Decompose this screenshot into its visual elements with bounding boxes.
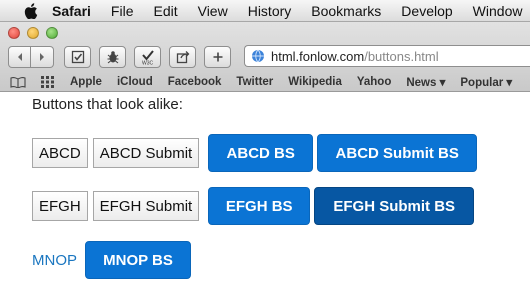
menu-bookmarks[interactable]: Bookmarks	[311, 3, 381, 19]
new-tab-button[interactable]	[204, 46, 231, 68]
apple-logo-icon[interactable]	[24, 2, 38, 19]
forward-button[interactable]	[31, 46, 54, 68]
menu-edit[interactable]: Edit	[153, 3, 177, 19]
button-row-efgh: EFGH EFGH Submit EFGH BS EFGH Submit BS	[32, 187, 475, 225]
minimize-window-button[interactable]	[27, 27, 39, 39]
page-content: Buttons that look alike: ABCD ABCD Submi…	[0, 92, 530, 302]
back-button[interactable]	[8, 46, 31, 68]
menu-window[interactable]: Window	[473, 3, 523, 19]
bookmark-wikipedia[interactable]: Wikipedia	[288, 76, 342, 88]
address-host: html.fonlow.com	[271, 48, 365, 64]
back-forward-group	[8, 46, 54, 68]
efgh-submit-bs-button[interactable]: EFGH Submit BS	[314, 187, 475, 225]
bug-extension-button[interactable]	[99, 46, 126, 68]
abcd-button[interactable]: ABCD	[32, 138, 88, 168]
back-arrow-icon	[17, 53, 22, 61]
toolbar: W3C html.fonlow.com/buttons.html	[8, 45, 530, 69]
bug-icon	[107, 51, 118, 64]
mnop-bs-button[interactable]: MNOP BS	[85, 241, 191, 279]
bookmarks-bar: Apple iCloud Facebook Twitter Wikipedia …	[10, 73, 530, 91]
address-path: /buttons.html	[364, 48, 439, 64]
share-icon	[176, 51, 189, 64]
checkbox-icon	[71, 50, 84, 64]
button-row-abcd: ABCD ABCD Submit ABCD BS ABCD Submit BS	[32, 134, 478, 172]
checklist-extension-button[interactable]	[64, 46, 91, 68]
svg-text:W3C: W3C	[142, 61, 154, 66]
w3c-validator-button[interactable]: W3C	[134, 46, 161, 68]
bookmark-yahoo[interactable]: Yahoo	[357, 76, 392, 88]
close-window-button[interactable]	[8, 27, 20, 39]
efgh-button[interactable]: EFGH	[32, 191, 88, 221]
bookmark-facebook[interactable]: Facebook	[168, 76, 222, 88]
menu-safari[interactable]: Safari	[52, 3, 91, 19]
page-heading: Buttons that look alike:	[32, 96, 183, 113]
menu-bar: Safari File Edit View History Bookmarks …	[0, 0, 530, 22]
share-button[interactable]	[169, 46, 196, 68]
abcd-bs-button[interactable]: ABCD BS	[208, 134, 314, 172]
bookmark-news-folder[interactable]: News ▾	[406, 75, 445, 89]
abcd-submit-bs-button[interactable]: ABCD Submit BS	[317, 134, 478, 172]
w3c-check-icon: W3C	[142, 50, 154, 66]
menu-history[interactable]: History	[248, 3, 292, 19]
efgh-bs-button[interactable]: EFGH BS	[208, 187, 311, 225]
plus-icon	[213, 52, 222, 62]
forward-arrow-icon	[40, 53, 44, 61]
reading-list-icon[interactable]	[10, 76, 26, 88]
menu-develop[interactable]: Develop	[401, 3, 452, 19]
abcd-submit-button[interactable]: ABCD Submit	[92, 138, 200, 168]
zoom-window-button[interactable]	[46, 27, 58, 39]
button-row-mnop: MNOP MNOP BS	[32, 241, 191, 279]
window-controls	[8, 27, 58, 39]
bookmark-apple[interactable]: Apple	[70, 76, 102, 88]
efgh-submit-button[interactable]: EFGH Submit	[92, 191, 200, 221]
menu-view[interactable]: View	[198, 3, 228, 19]
bookmark-popular-folder[interactable]: Popular ▾	[460, 75, 512, 89]
top-sites-grid-icon[interactable]	[41, 76, 55, 88]
bookmark-icloud[interactable]: iCloud	[117, 76, 153, 88]
mnop-link[interactable]: MNOP	[32, 252, 77, 269]
globe-icon	[251, 49, 265, 63]
bookmark-twitter[interactable]: Twitter	[236, 76, 273, 88]
address-bar[interactable]: html.fonlow.com/buttons.html	[244, 45, 530, 67]
browser-chrome: W3C html.fonlow.com/buttons.html Apple i…	[0, 22, 530, 92]
menu-file[interactable]: File	[111, 3, 134, 19]
